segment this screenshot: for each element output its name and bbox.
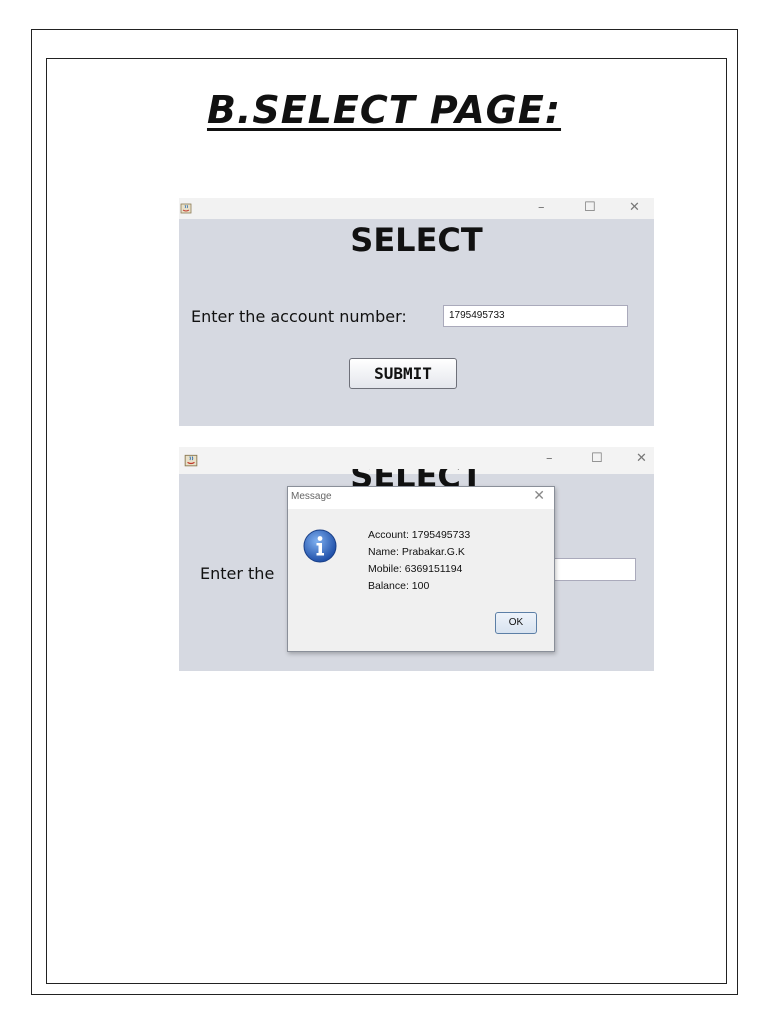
dialog-line-account: Account: 1795495733 (368, 529, 471, 541)
ok-button[interactable]: OK (495, 612, 537, 634)
account-number-input[interactable] (549, 558, 636, 581)
dialog-titlebar: Message ✕ (288, 487, 554, 509)
submit-button[interactable]: SUBMIT (349, 358, 457, 389)
close-button[interactable]: ✕ (636, 447, 647, 471)
close-button[interactable]: ✕ (629, 198, 640, 217)
maximize-button[interactable]: ☐ (584, 198, 596, 217)
dialog-line-balance: Balance: 100 (368, 580, 430, 592)
dialog-line-name: Name: Prabakar.G.K (368, 546, 465, 558)
minimize-button[interactable]: – (546, 447, 553, 471)
account-number-label: Enter the account number: (191, 307, 407, 326)
minimize-button[interactable]: – (538, 198, 545, 217)
message-dialog: Message ✕ Account: 1795495733 Name: Prab… (287, 486, 555, 652)
page-heading: B.SELECT PAGE: (206, 88, 562, 132)
dialog-close-button[interactable]: ✕ (533, 488, 545, 504)
dialog-line-mobile: Mobile: 6369151194 (368, 563, 463, 575)
info-icon (303, 529, 337, 563)
maximize-button[interactable]: ☐ (591, 447, 603, 471)
window-titlebar: – ☐ ✕ (179, 198, 654, 219)
java-app-icon (184, 454, 198, 467)
select-window: – ☐ ✕ SELECT Enter the account number: 1… (179, 198, 654, 426)
dialog-title: Message (291, 491, 332, 502)
account-number-input[interactable]: 1795495733 (443, 305, 628, 327)
account-number-label-partial: Enter the (200, 564, 275, 583)
dialog-message: Account: 1795495733 Name: Prabakar.G.K M… (368, 527, 470, 595)
java-app-icon (180, 203, 192, 214)
window-title-select: SELECT (350, 221, 483, 259)
